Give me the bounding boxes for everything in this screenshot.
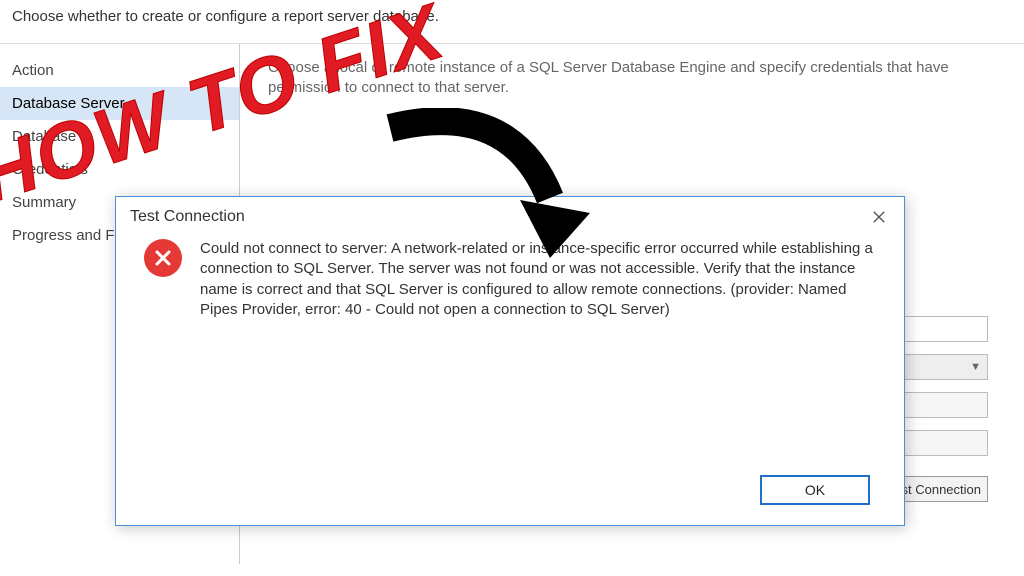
dialog-body: Could not connect to server: A network-r… bbox=[116, 237, 904, 320]
error-dialog: Test Connection Could not connect to ser… bbox=[115, 196, 905, 526]
error-message: Could not connect to server: A network-r… bbox=[200, 239, 876, 320]
content-description: Choose a local or remote instance of a S… bbox=[268, 58, 996, 99]
sidebar-item-database-server[interactable]: Database Server bbox=[0, 87, 239, 120]
close-icon[interactable] bbox=[868, 206, 890, 228]
wizard-subtitle: Choose whether to create or configure a … bbox=[0, 0, 1024, 44]
dialog-footer: OK bbox=[760, 475, 870, 505]
sidebar-item-database[interactable]: Database bbox=[0, 120, 239, 153]
chevron-down-icon: ▼ bbox=[970, 360, 981, 375]
sidebar-item-action[interactable]: Action bbox=[0, 54, 239, 87]
dialog-header: Test Connection bbox=[116, 197, 904, 237]
ok-button[interactable]: OK bbox=[760, 475, 870, 505]
error-icon bbox=[144, 239, 182, 277]
dialog-title: Test Connection bbox=[130, 208, 245, 226]
sidebar-item-credentials[interactable]: Credentials bbox=[0, 153, 239, 186]
